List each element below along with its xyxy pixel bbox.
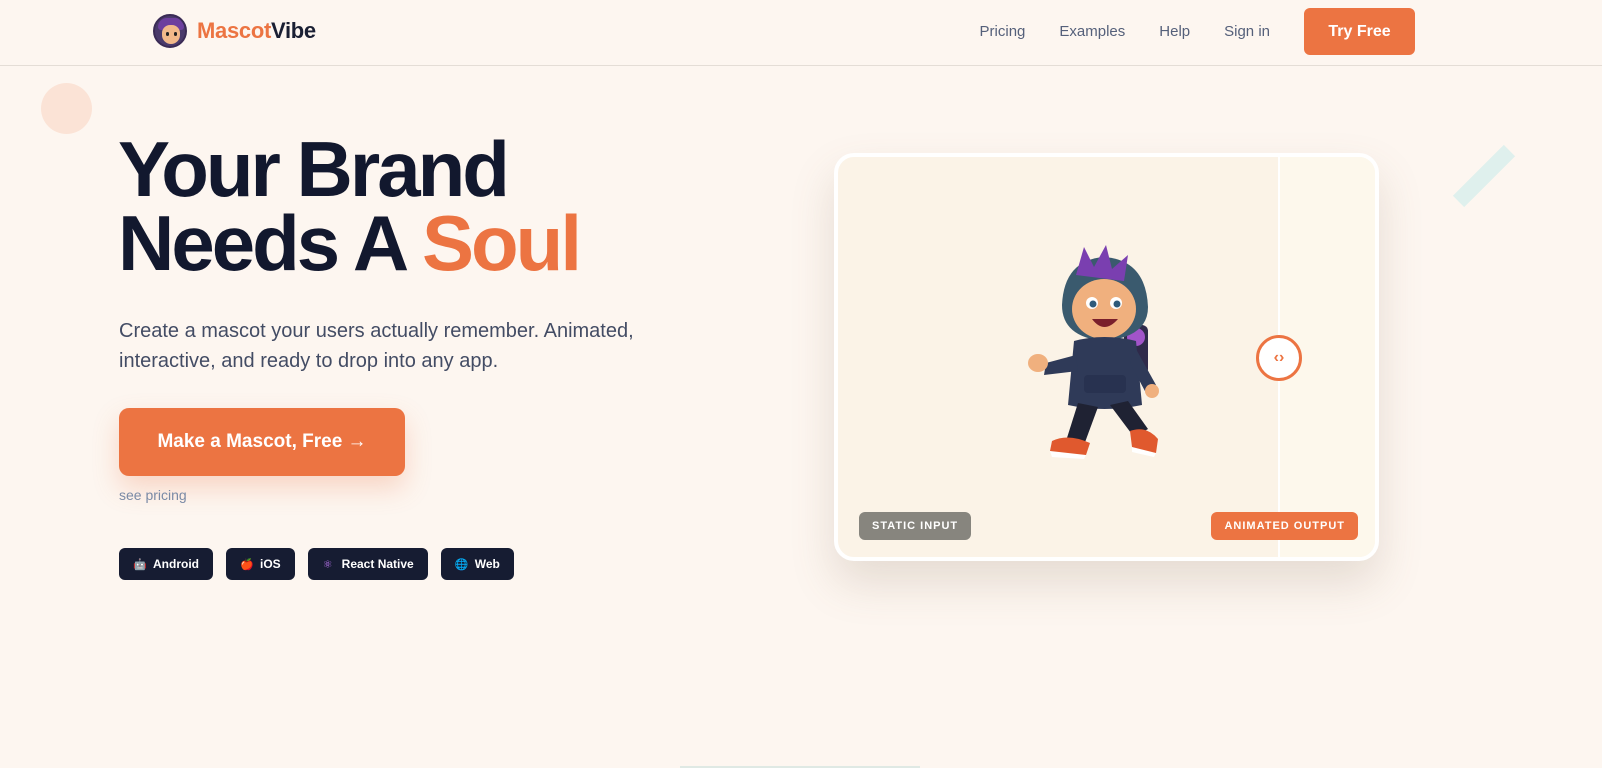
robot-icon: 🤖 xyxy=(133,558,147,571)
platform-label: iOS xyxy=(260,557,281,571)
apple-icon: 🍎 xyxy=(240,558,254,571)
platform-chip-react-native: ⚛ React Native xyxy=(307,548,428,580)
platform-label: Android xyxy=(153,557,199,571)
hero-title-accent: Soul xyxy=(422,199,582,287)
top-navigation: MascotVibe Pricing Examples Help Sign in… xyxy=(0,0,1602,66)
try-free-button[interactable]: Try Free xyxy=(1304,8,1415,55)
platform-chip-web: 🌐 Web xyxy=(440,548,514,580)
hero-subtitle: Create a mascot your users actually reme… xyxy=(119,320,634,372)
chevrons-icon: ‹› xyxy=(1273,349,1285,366)
brand-name: MascotVibe xyxy=(197,18,316,43)
brand-logo[interactable]: MascotVibe xyxy=(153,14,316,48)
platform-chip-android: 🤖 Android xyxy=(119,548,213,580)
platform-label: React Native xyxy=(341,557,414,571)
nav-links: Pricing Examples Help Sign in Try Free xyxy=(980,8,1415,55)
platform-label: Web xyxy=(474,557,500,571)
platform-chip-ios: 🍎 iOS xyxy=(226,548,295,580)
nav-link-examples[interactable]: Examples xyxy=(1059,23,1125,40)
mascot-preview-card: ‹› STATIC INPUT ANIMATED OUTPUT xyxy=(834,153,1379,561)
nav-link-help[interactable]: Help xyxy=(1159,23,1190,40)
animated-output-badge: ANIMATED OUTPUT xyxy=(1211,512,1358,540)
hero-title: Your Brand Needs A Soul xyxy=(118,130,582,282)
make-mascot-button[interactable]: Make a Mascot, Free → xyxy=(119,408,405,476)
compare-slider-handle[interactable]: ‹› xyxy=(1256,335,1302,381)
decorative-circle xyxy=(41,83,92,134)
globe-icon: 🌐 xyxy=(454,558,469,571)
see-pricing-link[interactable]: see pricing xyxy=(119,487,187,503)
mascot-avatar-icon xyxy=(153,14,187,48)
hero-title-line2: Needs A xyxy=(118,199,422,287)
decorative-bar xyxy=(1452,144,1516,208)
nav-link-pricing[interactable]: Pricing xyxy=(980,23,1026,40)
platform-list: 🤖 Android 🍎 iOS ⚛ React Native 🌐 Web xyxy=(119,548,514,580)
static-input-badge: STATIC INPUT xyxy=(859,512,972,540)
mascot-character-image xyxy=(1028,245,1159,459)
nav-link-sign-in[interactable]: Sign in xyxy=(1224,23,1270,40)
atom-icon: ⚛ xyxy=(322,558,333,571)
